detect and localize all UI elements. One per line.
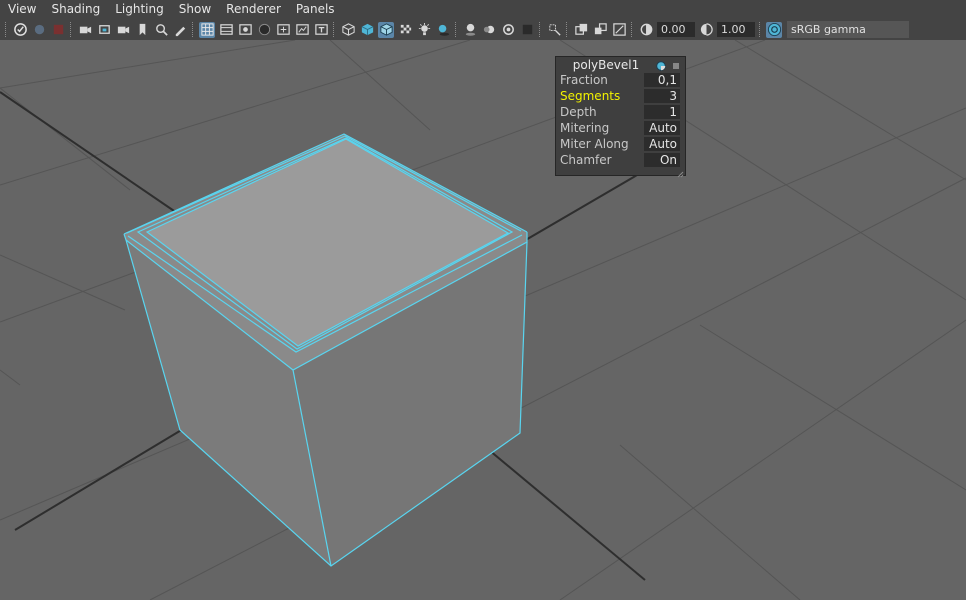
toolbar-separator [70, 22, 73, 37]
color-management-icon[interactable] [766, 21, 782, 38]
safe-action-icon[interactable] [294, 22, 310, 38]
depth-of-field-icon[interactable] [519, 22, 535, 38]
xray-active-components-icon[interactable] [592, 22, 608, 38]
color-space-field[interactable]: sRGB gamma [787, 21, 909, 38]
panel-menu-bar: View Shading Lighting Show Renderer Pane… [0, 0, 966, 19]
resolution-gate-icon[interactable] [237, 22, 253, 38]
ambient-occlusion-icon[interactable] [462, 22, 478, 38]
toolbar-separator [539, 22, 542, 37]
hud-label: Chamfer [560, 153, 612, 167]
film-gate-icon[interactable] [218, 22, 234, 38]
anti-aliasing-icon[interactable] [500, 22, 516, 38]
field-chart-icon[interactable] [275, 22, 291, 38]
toolbar-separator [759, 22, 762, 37]
3d-viewport[interactable] [0, 40, 966, 600]
safe-title-icon[interactable] [313, 22, 329, 38]
hud-title: polyBevel1 [572, 58, 640, 72]
textured-icon[interactable] [397, 22, 413, 38]
hud-value[interactable]: Auto [644, 137, 680, 151]
hud-menu-icon[interactable] [671, 60, 681, 70]
xray-icon[interactable] [573, 22, 589, 38]
bookmark-flag-icon[interactable] [134, 22, 150, 38]
smooth-shade-icon[interactable] [359, 22, 375, 38]
grid-icon[interactable] [199, 21, 215, 38]
hud-value[interactable]: Auto [644, 121, 680, 135]
isolate-select-icon[interactable] [546, 22, 562, 38]
gamma-icon[interactable] [698, 22, 714, 38]
menu-show[interactable]: Show [171, 0, 218, 19]
poly-bevel-hud[interactable]: polyBevel1 Fraction 0,1 Segments 3 Depth… [555, 56, 686, 178]
hud-label: Segments [560, 89, 621, 103]
toolbar-separator [5, 22, 8, 37]
hud-label: Mitering [560, 121, 610, 135]
exposure-field[interactable]: 0.00 [657, 22, 695, 37]
use-all-lights-icon[interactable] [416, 22, 432, 38]
hud-row-fraction[interactable]: Fraction 0,1 [560, 72, 684, 88]
camera-attributes-icon[interactable] [50, 22, 66, 38]
select-camera-icon[interactable] [12, 22, 28, 38]
hud-value[interactable]: 3 [644, 89, 680, 103]
motion-blur-icon[interactable] [481, 22, 497, 38]
hud-label: Depth [560, 105, 597, 119]
hud-value[interactable]: On [644, 153, 680, 167]
xray-joints-icon[interactable] [611, 22, 627, 38]
toolbar-separator [333, 22, 336, 37]
resize-grip-icon[interactable] [677, 167, 684, 178]
image-plane-icon[interactable] [115, 22, 131, 38]
hud-value[interactable]: 1 [644, 105, 680, 119]
exposure-icon[interactable] [638, 22, 654, 38]
menu-view[interactable]: View [0, 0, 43, 19]
toolbar-separator [192, 22, 195, 37]
hud-toggle-icon[interactable] [656, 60, 666, 71]
menu-shading[interactable]: Shading [43, 0, 107, 19]
pan-zoom-icon[interactable] [153, 22, 169, 38]
toolbar-separator [566, 22, 569, 37]
grease-pencil-icon[interactable] [172, 22, 188, 38]
toolbar-separator [455, 22, 458, 37]
hud-label: Miter Along [560, 137, 629, 151]
hud-row-segments[interactable]: Segments 3 [560, 88, 684, 104]
lock-camera-icon[interactable] [31, 22, 47, 38]
bookmarks-icon[interactable] [96, 22, 112, 38]
panel-toolbar: 0.00 1.00 sRGB gamma [0, 19, 966, 40]
camera-icon[interactable] [77, 22, 93, 38]
menu-renderer[interactable]: Renderer [218, 0, 288, 19]
gate-mask-icon[interactable] [256, 22, 272, 38]
wireframe-icon[interactable] [340, 22, 356, 38]
hud-row-mitering[interactable]: Mitering Auto [560, 120, 684, 136]
viewport-canvas[interactable] [0, 40, 966, 600]
gamma-field[interactable]: 1.00 [717, 22, 755, 37]
toolbar-separator [631, 22, 634, 37]
hud-row-depth[interactable]: Depth 1 [560, 104, 684, 120]
shadows-icon[interactable] [435, 22, 451, 38]
wireframe-on-shaded-icon[interactable] [378, 21, 394, 38]
hud-value[interactable]: 0,1 [644, 73, 680, 87]
menu-lighting[interactable]: Lighting [107, 0, 171, 19]
hud-label: Fraction [560, 73, 608, 87]
menu-panels[interactable]: Panels [288, 0, 342, 19]
hud-row-miter-along[interactable]: Miter Along Auto [560, 136, 684, 152]
hud-row-chamfer[interactable]: Chamfer On [560, 152, 684, 168]
